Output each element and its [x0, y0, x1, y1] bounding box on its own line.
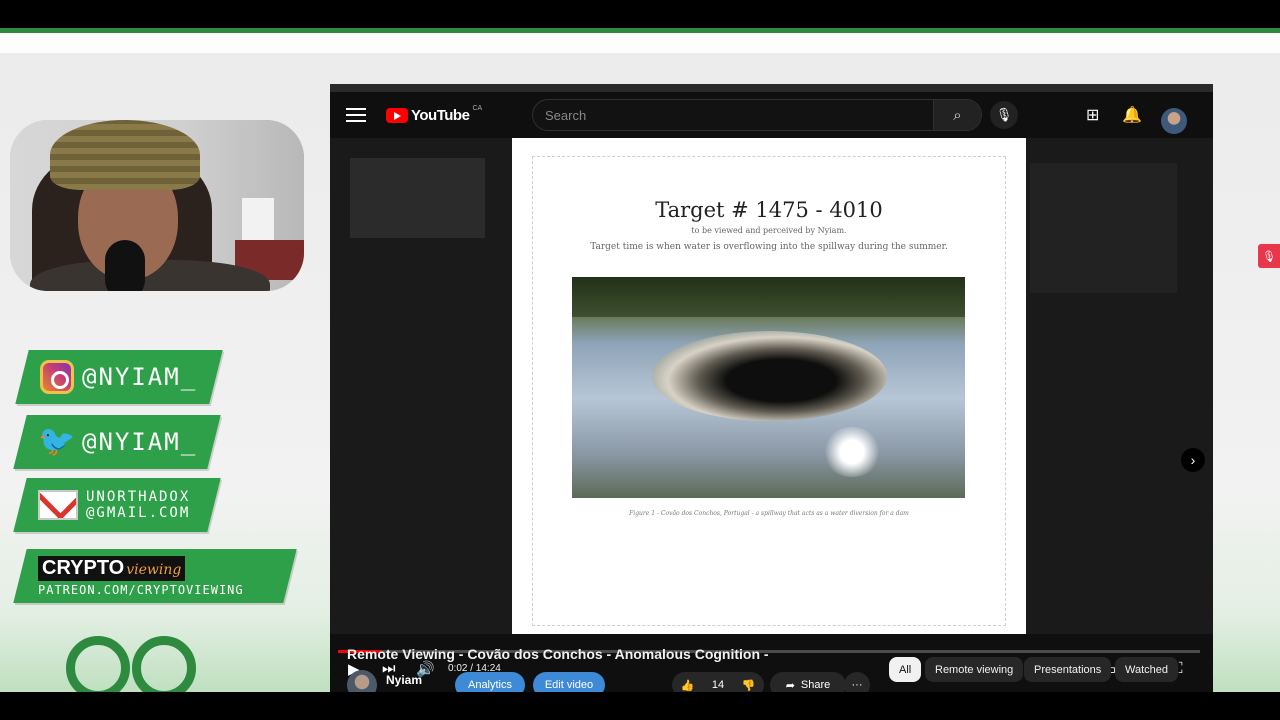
- chevron-right-icon[interactable]: ›: [1181, 448, 1205, 472]
- document-subtitle: to be viewed and perceived by Nyiam.: [691, 226, 847, 235]
- document-caption: Figure 1 - Covão dos Conchos, Portugal -…: [629, 510, 909, 517]
- twitter-handle: @NYIAM_: [82, 428, 198, 456]
- crypto-word: CRYPTO: [42, 556, 125, 579]
- mic-icon[interactable]: 🎙: [990, 101, 1018, 129]
- webcam-background-box: [242, 198, 274, 242]
- youtube-logo-text: YouTube: [411, 106, 470, 124]
- email-tag: UNORTHADOX @GMAIL.COM: [13, 478, 221, 532]
- document-note: Target time is when water is overflowing…: [590, 242, 948, 252]
- edit-video-button[interactable]: Edit video: [533, 672, 605, 692]
- side-slide-left: [350, 158, 485, 238]
- account-avatar[interactable]: [1161, 108, 1187, 134]
- search-icon[interactable]: ⌕: [933, 100, 981, 130]
- webcam-hat: [50, 120, 200, 190]
- webcam-feed: [10, 120, 304, 291]
- email-line-1: UNORTHADOX: [86, 489, 191, 505]
- gmail-icon: [38, 490, 78, 520]
- channel-name[interactable]: Nyiam: [386, 673, 422, 687]
- photo-spillway-hole: [652, 331, 887, 421]
- chip-presentations[interactable]: Presentations: [1024, 657, 1112, 682]
- share-label: Share: [800, 679, 831, 691]
- menu-icon[interactable]: [346, 108, 366, 122]
- search-input[interactable]: [533, 107, 933, 123]
- like-count: 14: [711, 679, 725, 691]
- instagram-tag: @NYIAM_: [15, 350, 223, 404]
- twitter-tag: 🐦 @NYIAM_: [13, 415, 221, 469]
- bottom-letterbox: [0, 692, 1280, 720]
- channel-avatar[interactable]: [347, 670, 377, 692]
- email-address: UNORTHADOX @GMAIL.COM: [86, 489, 190, 521]
- youtube-header: YouTube CA ⌕ 🎙 ⊞ 🔔: [330, 92, 1213, 138]
- youtube-play-icon: [386, 107, 408, 123]
- search-box: ⌕: [532, 99, 982, 131]
- spillway-photo: [572, 277, 965, 498]
- photo-sun-reflection: [822, 427, 882, 477]
- browser-tabstrip: [330, 84, 1213, 92]
- share-icon: ➦: [785, 679, 795, 692]
- analytics-button[interactable]: Analytics: [455, 672, 525, 692]
- patreon-url: PATREON.COM/CRYPTOVIEWING: [38, 582, 244, 597]
- chip-all[interactable]: All: [889, 657, 922, 682]
- instagram-icon: [40, 360, 74, 394]
- youtube-window: YouTube CA ⌕ 🎙 ⊞ 🔔 Target # 1475 - 4010 …: [330, 84, 1213, 692]
- share-button[interactable]: ➦ Share: [770, 672, 846, 692]
- like-dislike-group: 👍 14 👎: [672, 672, 764, 692]
- video-player[interactable]: Target # 1475 - 4010 to be viewed and pe…: [330, 138, 1213, 678]
- more-button[interactable]: ···: [844, 672, 870, 692]
- youtube-logo[interactable]: YouTube CA: [386, 104, 483, 124]
- patreon-tag: CRYPTO viewing PATREON.COM/CRYPTOVIEWING: [13, 549, 297, 603]
- target-document: Target # 1475 - 4010 to be viewed and pe…: [512, 138, 1026, 634]
- side-slide-right: [1030, 163, 1177, 293]
- create-icon[interactable]: ⊞: [1086, 105, 1099, 125]
- thumbs-down-icon[interactable]: 👎: [742, 679, 756, 692]
- cryptoviewing-logo: CRYPTO viewing: [38, 555, 186, 581]
- country-code: CA: [472, 104, 483, 112]
- mic-muted-badge: 🎙: [1258, 244, 1280, 268]
- video-title: Remote Viewing - Covão dos Conchos - Ano…: [347, 646, 769, 662]
- chip-remote-viewing[interactable]: Remote viewing: [925, 657, 1024, 682]
- webcam-microphone: [105, 240, 145, 291]
- document-title: Target # 1475 - 4010: [655, 198, 883, 222]
- thumbs-up-icon[interactable]: 👍: [681, 679, 695, 692]
- chip-watched[interactable]: Watched: [1115, 657, 1179, 682]
- viewing-word: viewing: [126, 561, 182, 578]
- instagram-handle: @NYIAM_: [82, 363, 198, 391]
- email-line-2: @GMAIL.COM: [86, 505, 191, 521]
- bell-icon[interactable]: 🔔: [1122, 105, 1142, 125]
- top-band: [0, 33, 1280, 53]
- channel-logo-rings: [66, 636, 196, 700]
- twitter-icon: 🐦: [38, 425, 76, 458]
- photo-treeline: [572, 277, 965, 317]
